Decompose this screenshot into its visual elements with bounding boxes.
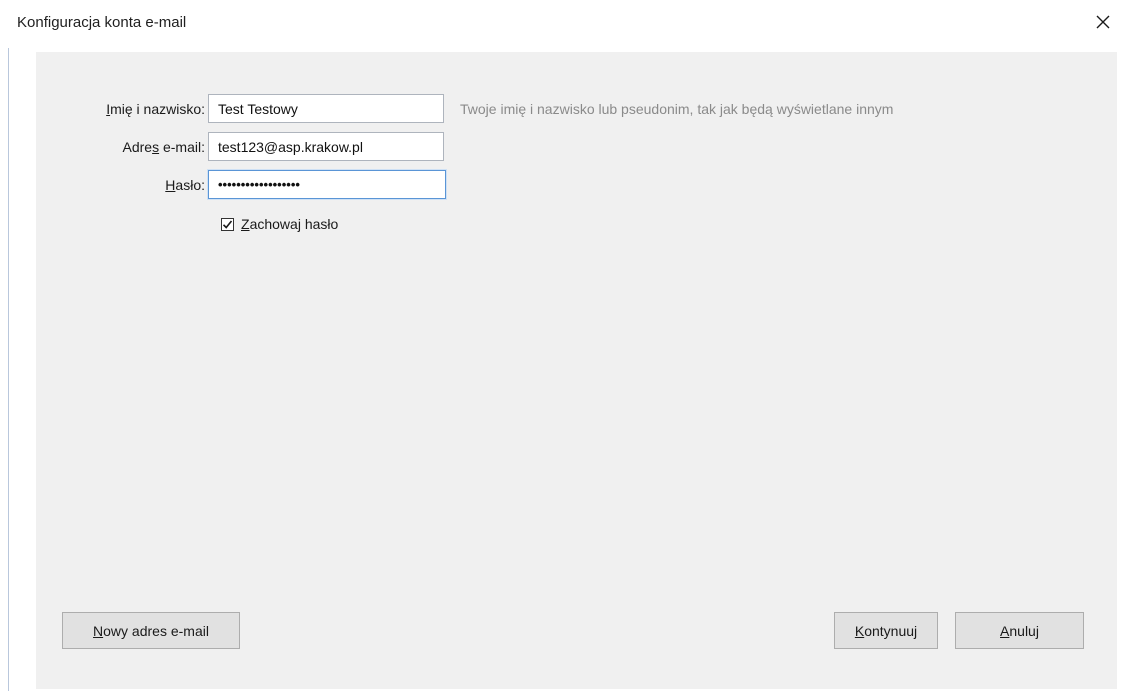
password-input[interactable] (208, 170, 446, 199)
close-icon (1096, 15, 1110, 29)
name-hint: Twoje imię i nazwisko lub pseudonim, tak… (460, 101, 894, 117)
remember-password-checkbox[interactable] (221, 217, 234, 231)
email-input[interactable] (208, 132, 444, 161)
password-label: Hasło: (165, 177, 205, 193)
dialog-window: Konfiguracja konta e-mail Imię i nazwisk… (0, 0, 1125, 691)
checkmark-icon (222, 219, 233, 229)
email-label: Adres e-mail: (122, 139, 205, 155)
window-left-border (8, 0, 9, 691)
cancel-button[interactable]: Anuluj (955, 612, 1084, 649)
titlebar: Konfiguracja konta e-mail (0, 0, 1125, 48)
new-email-button[interactable]: Nowy adres e-mail (62, 612, 240, 649)
dialog-content: Imię i nazwisko: Twoje imię i nazwisko l… (36, 52, 1117, 689)
name-label: Imię i nazwisko: (106, 101, 205, 117)
name-input[interactable] (208, 94, 444, 123)
remember-password-label[interactable]: Zachowaj hasło (241, 216, 338, 232)
close-button[interactable] (1089, 8, 1117, 36)
continue-button[interactable]: Kontynuuj (834, 612, 938, 649)
dialog-title: Konfiguracja konta e-mail (17, 14, 187, 31)
remember-password-row: Zachowaj hasło (221, 216, 338, 232)
